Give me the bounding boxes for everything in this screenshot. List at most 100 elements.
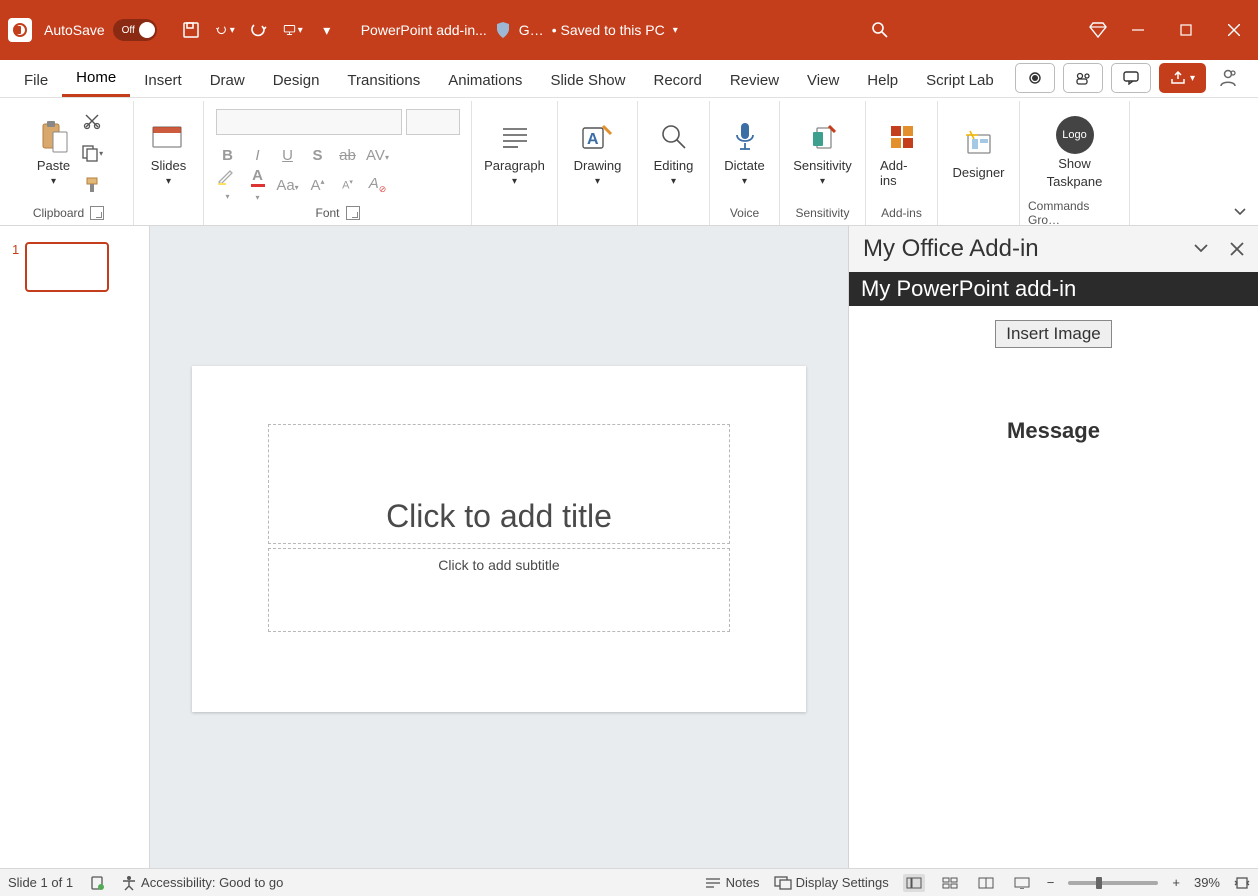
zoom-out-icon[interactable]: −	[1047, 875, 1055, 890]
slide-canvas-area: Click to add title Click to add subtitle	[150, 226, 848, 868]
commands-group-label: Commands Gro…	[1028, 199, 1121, 227]
copy-icon[interactable]: ▾	[78, 140, 106, 166]
highlight-button[interactable]: ▾	[216, 168, 240, 203]
subtitle-placeholder[interactable]: Click to add subtitle	[268, 548, 730, 632]
comments-button[interactable]	[1111, 63, 1151, 93]
font-name-select[interactable]	[216, 109, 402, 135]
document-title: PowerPoint add-in...	[361, 22, 487, 38]
tab-draw[interactable]: Draw	[196, 64, 259, 97]
addins-group-label: Add-ins	[881, 206, 922, 220]
notes-button[interactable]: Notes	[704, 875, 760, 890]
status-bar: Slide 1 of 1 Accessibility: Good to go N…	[0, 868, 1258, 896]
shadow-button[interactable]: S	[306, 147, 330, 164]
taskpane-chevron-icon[interactable]	[1192, 242, 1210, 256]
shield-icon	[495, 21, 511, 39]
italic-button[interactable]: I	[246, 147, 270, 164]
close-button[interactable]	[1210, 0, 1258, 60]
search-icon[interactable]	[870, 20, 890, 40]
camera-button[interactable]	[1015, 63, 1055, 93]
maximize-button[interactable]	[1162, 0, 1210, 60]
account-icon[interactable]	[1214, 64, 1242, 92]
quick-access-toolbar: ▾ ▾ ▾	[181, 20, 337, 40]
drawing-button[interactable]: A Drawing▾	[568, 117, 628, 189]
taskpane-banner: My PowerPoint add-in	[849, 272, 1258, 306]
character-spacing-button[interactable]: AV▾	[366, 147, 390, 164]
clipboard-group-label: Clipboard	[33, 206, 84, 220]
undo-icon[interactable]: ▾	[215, 20, 235, 40]
slide-thumb-number: 1	[12, 242, 19, 292]
normal-view-icon[interactable]	[903, 874, 925, 892]
zoom-slider[interactable]	[1068, 881, 1158, 885]
teams-button[interactable]	[1063, 63, 1103, 93]
strikethrough-button[interactable]: ab	[336, 147, 360, 164]
slides-button[interactable]: Slides ▾	[145, 117, 192, 189]
sensitivity-button[interactable]: Sensitivity▾	[787, 117, 858, 189]
insert-image-button[interactable]: Insert Image	[995, 320, 1112, 348]
addins-button[interactable]: Add-ins	[874, 117, 929, 190]
clear-formatting-button[interactable]: A⊘	[366, 175, 390, 195]
save-state: • Saved to this PC	[552, 22, 665, 38]
display-settings-button[interactable]: Display Settings	[774, 875, 889, 890]
tab-design[interactable]: Design	[259, 64, 334, 97]
tab-slide-show[interactable]: Slide Show	[536, 64, 639, 97]
decrease-font-button[interactable]: A▾	[336, 178, 360, 192]
minimize-button[interactable]	[1114, 0, 1162, 60]
tab-insert[interactable]: Insert	[130, 64, 196, 97]
autosave-toggle[interactable]: AutoSave Off	[44, 19, 157, 41]
redo-icon[interactable]	[249, 20, 269, 40]
tab-script-lab[interactable]: Script Lab	[912, 64, 1008, 97]
save-icon[interactable]	[181, 20, 201, 40]
slide[interactable]: Click to add title Click to add subtitle	[192, 366, 806, 712]
font-group-label: Font	[315, 206, 339, 220]
tab-file[interactable]: File	[10, 64, 62, 97]
share-button[interactable]: ▾	[1159, 63, 1206, 93]
tab-home[interactable]: Home	[62, 61, 130, 97]
tab-record[interactable]: Record	[639, 64, 715, 97]
change-case-button[interactable]: Aa▾	[276, 177, 300, 194]
show-taskpane-button[interactable]: Logo Show Taskpane	[1041, 115, 1109, 191]
save-state-dropdown-icon[interactable]: ▾	[673, 25, 678, 36]
qat-customize-icon[interactable]: ▾	[317, 20, 337, 40]
ribbon-tabs: File Home Insert Draw Design Transitions…	[0, 60, 1258, 98]
present-icon[interactable]: ▾	[283, 20, 303, 40]
paste-button[interactable]: Paste ▾	[31, 117, 76, 189]
taskpane-close-icon[interactable]	[1230, 242, 1244, 256]
format-painter-icon[interactable]	[78, 172, 106, 198]
sorter-view-icon[interactable]	[939, 874, 961, 892]
cut-icon[interactable]	[78, 108, 106, 134]
tab-help[interactable]: Help	[853, 64, 912, 97]
increase-font-button[interactable]: A▴	[306, 177, 330, 194]
tab-transitions[interactable]: Transitions	[333, 64, 434, 97]
slideshow-view-icon[interactable]	[1011, 874, 1033, 892]
underline-button[interactable]: U	[276, 147, 300, 164]
font-color-button[interactable]: A▾	[246, 167, 270, 204]
fit-to-window-icon[interactable]	[1234, 876, 1250, 890]
bold-button[interactable]: B	[216, 147, 240, 164]
tab-animations[interactable]: Animations	[434, 64, 536, 97]
reading-view-icon[interactable]	[975, 874, 997, 892]
tab-review[interactable]: Review	[716, 64, 793, 97]
ribbon-collapse-icon[interactable]	[1232, 203, 1248, 219]
title-placeholder[interactable]: Click to add title	[268, 424, 730, 544]
editing-button[interactable]: Editing▾	[648, 117, 700, 189]
font-launcher-icon[interactable]	[346, 206, 360, 220]
tab-view[interactable]: View	[793, 64, 853, 97]
voice-group-label: Voice	[730, 206, 759, 220]
slide-thumbnail[interactable]	[25, 242, 109, 292]
diamond-icon[interactable]	[1088, 20, 1108, 40]
designer-button[interactable]: Designer	[946, 124, 1010, 182]
thumbnail-panel: 1	[0, 226, 150, 868]
slide-count[interactable]: Slide 1 of 1	[8, 875, 73, 890]
taskpane: My Office Add-in My PowerPoint add-in In…	[848, 226, 1258, 868]
dictate-button[interactable]: Dictate▾	[718, 117, 770, 189]
autosave-label: AutoSave	[44, 22, 105, 38]
paragraph-button[interactable]: Paragraph▾	[478, 117, 551, 189]
zoom-in-icon[interactable]: +	[1172, 875, 1180, 890]
zoom-level[interactable]: 39%	[1194, 875, 1220, 890]
shield-text: G…	[519, 22, 544, 38]
accessibility-status-icon[interactable]	[89, 875, 105, 891]
font-size-select[interactable]	[406, 109, 460, 135]
clipboard-launcher-icon[interactable]	[90, 206, 104, 220]
logo-icon: Logo	[1056, 116, 1094, 154]
accessibility-button[interactable]: Accessibility: Good to go	[121, 875, 283, 891]
